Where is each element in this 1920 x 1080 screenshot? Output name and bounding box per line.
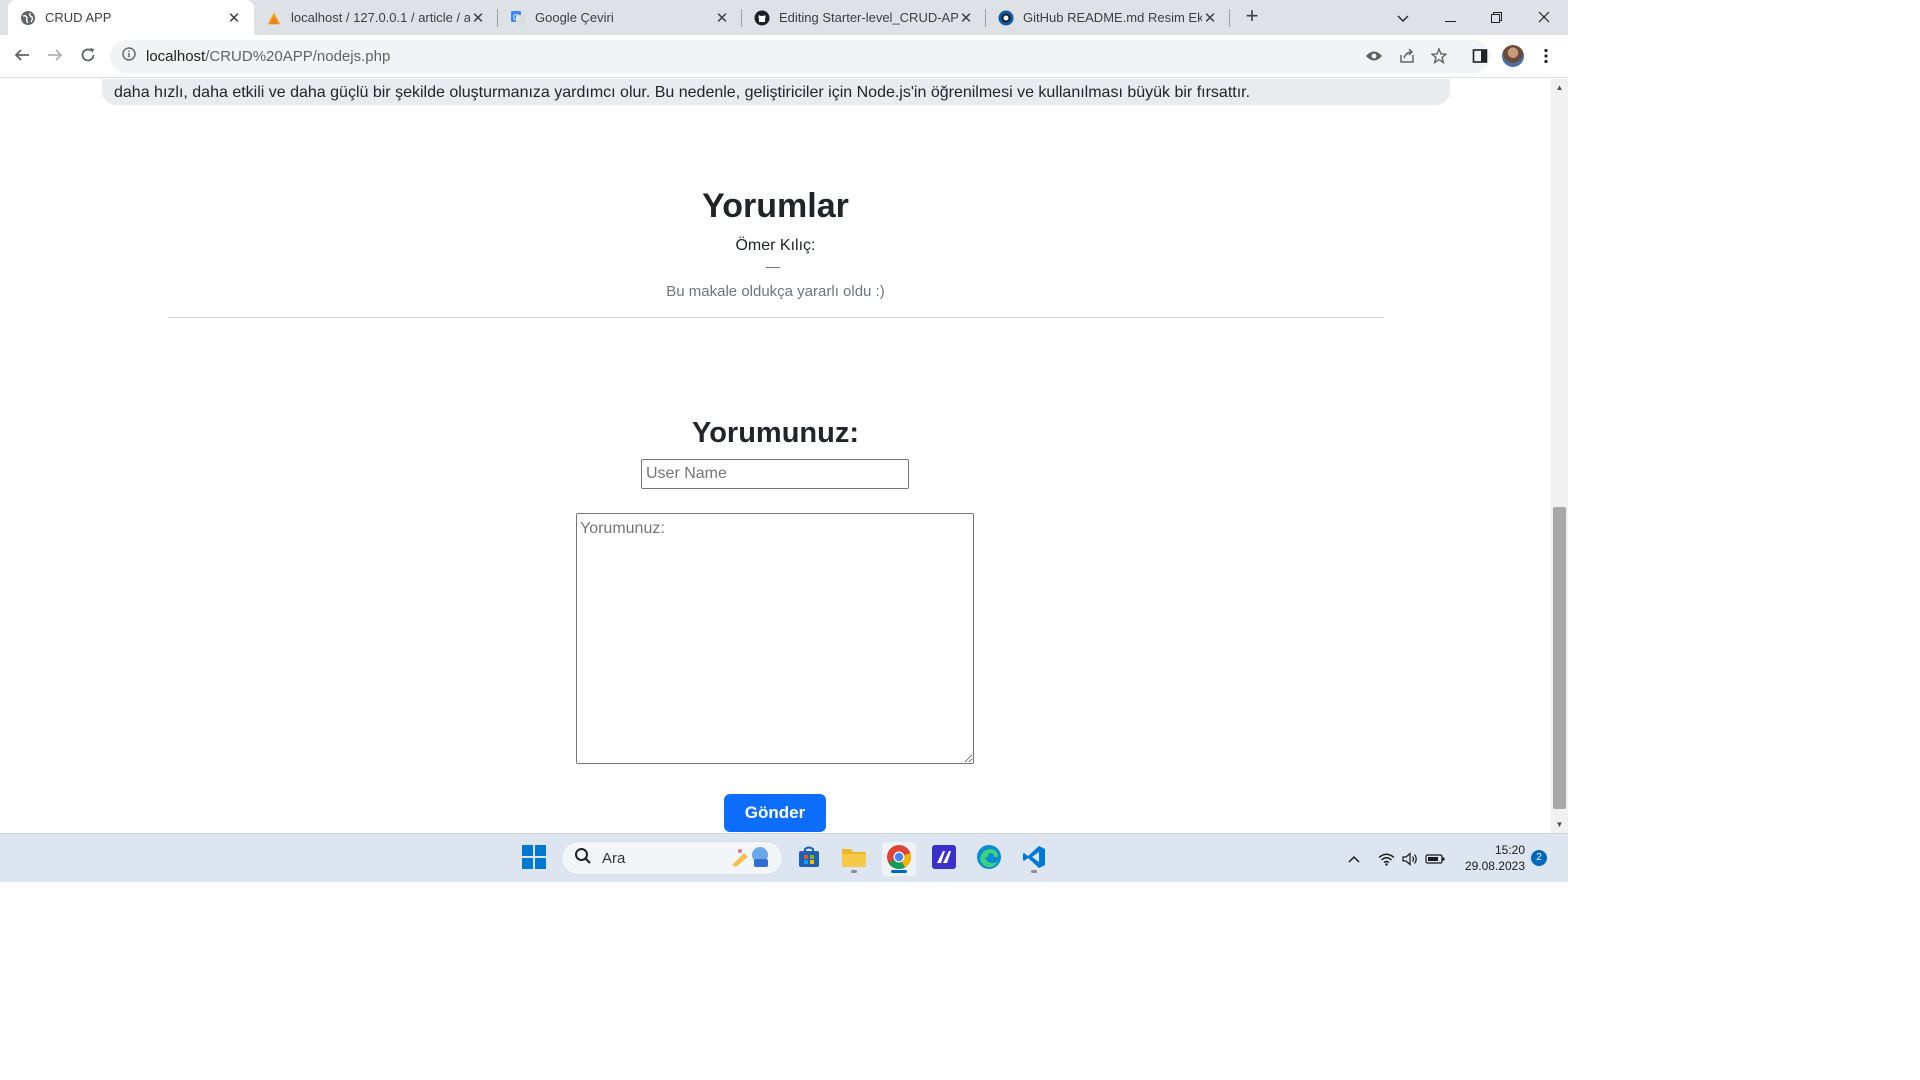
close-tab-icon[interactable]: ✕	[470, 9, 486, 27]
edge-icon	[976, 844, 1002, 875]
windows-logo-icon	[522, 844, 546, 874]
username-input[interactable]	[641, 459, 909, 489]
tab-title: CRUD APP	[45, 10, 112, 25]
tab-title: GitHub README.md Resim Eklem	[1023, 10, 1202, 25]
chevron-down-icon	[1397, 10, 1409, 26]
bookmark-star-icon[interactable]	[1428, 45, 1450, 67]
restore-icon	[1490, 10, 1502, 26]
url-text: localhost/CRUD%20APP/nodejs.php	[146, 48, 390, 65]
eye-icon[interactable]	[1363, 45, 1385, 67]
tab-github-readme[interactable]: GitHub README.md Resim Eklem ✕	[986, 0, 1230, 35]
minimize-button[interactable]	[1427, 0, 1473, 35]
search-highlight-icon	[730, 843, 776, 873]
arrow-left-icon	[14, 47, 30, 68]
arrow-right-icon	[47, 47, 63, 68]
comment-textarea[interactable]	[576, 513, 974, 764]
comments-heading: Yorumlar	[702, 187, 849, 225]
active-indicator	[891, 870, 907, 873]
comment-divider	[766, 267, 780, 268]
tab-title: Editing Starter-level_CRUD-APP/I	[779, 10, 958, 25]
notification-badge[interactable]: 2	[1531, 850, 1547, 866]
taskbar-edge[interactable]	[972, 842, 1006, 876]
comment-author: Ömer Kılıç:	[735, 237, 816, 254]
github-icon	[754, 10, 770, 26]
scroll-up-arrow-icon[interactable]: ▲	[1551, 79, 1568, 96]
close-tab-icon[interactable]: ✕	[226, 9, 242, 27]
taskbar-file-explorer[interactable]	[837, 842, 871, 876]
taskbar-app-blue[interactable]	[927, 842, 961, 876]
app-icon	[932, 844, 956, 874]
back-button[interactable]	[8, 43, 36, 71]
article-text: daha hızlı, daha etkili ve daha güçlü bi…	[114, 84, 1251, 101]
tab-crud-app[interactable]: CRUD APP ✕	[8, 0, 254, 35]
close-icon	[1538, 10, 1550, 26]
share-icon[interactable]	[1396, 45, 1418, 67]
taskbar-search[interactable]: Ara	[561, 841, 783, 875]
tab-title: Google Çeviri	[535, 10, 614, 25]
tab-github-editing[interactable]: Editing Starter-level_CRUD-APP/I ✕	[742, 0, 986, 35]
start-button[interactable]	[517, 842, 551, 876]
store-icon	[797, 845, 821, 874]
search-icon	[574, 847, 592, 869]
folder-icon	[841, 846, 867, 873]
page-viewport: daha hızlı, daha etkili ve daha güçlü bi…	[0, 79, 1551, 833]
reload-button[interactable]	[74, 43, 102, 71]
search-placeholder: Ara	[602, 849, 626, 867]
side-panel-icon[interactable]	[1469, 45, 1491, 67]
forward-button[interactable]	[41, 43, 69, 71]
tab-separator	[1229, 9, 1230, 27]
windows-taskbar: Ara 15:20 29.08.2023 2	[0, 833, 1568, 882]
battery-icon[interactable]	[1424, 844, 1446, 874]
browser-toolbar: localhost/CRUD%20APP/nodejs.php	[0, 35, 1568, 78]
reload-icon	[80, 47, 96, 68]
clock-time: 15:20	[1494, 843, 1525, 857]
submit-comment-button[interactable]: Gönder	[724, 794, 826, 832]
address-bar[interactable]: localhost/CRUD%20APP/nodejs.php	[110, 40, 1490, 73]
url-host: localhost	[146, 48, 206, 65]
minimize-icon	[1444, 10, 1456, 26]
tab-strip: CRUD APP ✕ localhost / 127.0.0.1 / artic…	[0, 0, 1568, 35]
clock-date: 29.08.2023	[1464, 859, 1525, 873]
running-indicator	[1031, 870, 1037, 873]
scrollbar-thumb[interactable]	[1553, 507, 1566, 809]
taskbar-chrome[interactable]	[882, 842, 916, 876]
tab-phpmyadmin[interactable]: localhost / 127.0.0.1 / article / art ✕	[254, 0, 498, 35]
taskbar-vscode[interactable]	[1017, 842, 1051, 876]
close-window-button[interactable]	[1521, 0, 1567, 35]
phpmyadmin-icon	[266, 10, 282, 26]
restore-button[interactable]	[1473, 0, 1519, 35]
new-tab-button[interactable]: +	[1240, 5, 1264, 29]
globe-icon	[20, 10, 36, 26]
tab-search-button[interactable]	[1380, 0, 1426, 35]
taskbar-clock[interactable]: 15:20 29.08.2023	[1455, 842, 1525, 874]
site-info-icon[interactable]	[122, 47, 136, 66]
comment-form-heading: Yorumunuz:	[692, 417, 859, 449]
google-translate-icon: G	[510, 10, 526, 26]
tab-title: localhost / 127.0.0.1 / article / art	[291, 10, 470, 25]
comment-text: Bu makale oldukça yararlı oldu :)	[666, 283, 885, 300]
close-tab-icon[interactable]: ✕	[1202, 9, 1218, 27]
page-scrollbar[interactable]: ▲ ▼	[1551, 79, 1568, 833]
close-tab-icon[interactable]: ✕	[958, 9, 974, 27]
taskbar-store[interactable]	[792, 842, 826, 876]
tab-google-translate[interactable]: G Google Çeviri ✕	[498, 0, 742, 35]
url-path: /CRUD%20APP/nodejs.php	[205, 48, 391, 65]
close-tab-icon[interactable]: ✕	[714, 9, 730, 27]
comments-separator	[168, 317, 1384, 318]
running-indicator	[851, 870, 857, 873]
profile-avatar[interactable]	[1502, 45, 1524, 67]
tray-overflow-icon[interactable]	[1344, 844, 1364, 874]
volume-icon[interactable]	[1400, 844, 1420, 874]
more-menu-icon[interactable]	[1535, 45, 1557, 67]
wifi-icon[interactable]	[1376, 844, 1396, 874]
scroll-down-arrow-icon[interactable]: ▼	[1551, 816, 1568, 833]
edge-icon	[998, 10, 1014, 26]
svg-text:G: G	[513, 13, 519, 22]
